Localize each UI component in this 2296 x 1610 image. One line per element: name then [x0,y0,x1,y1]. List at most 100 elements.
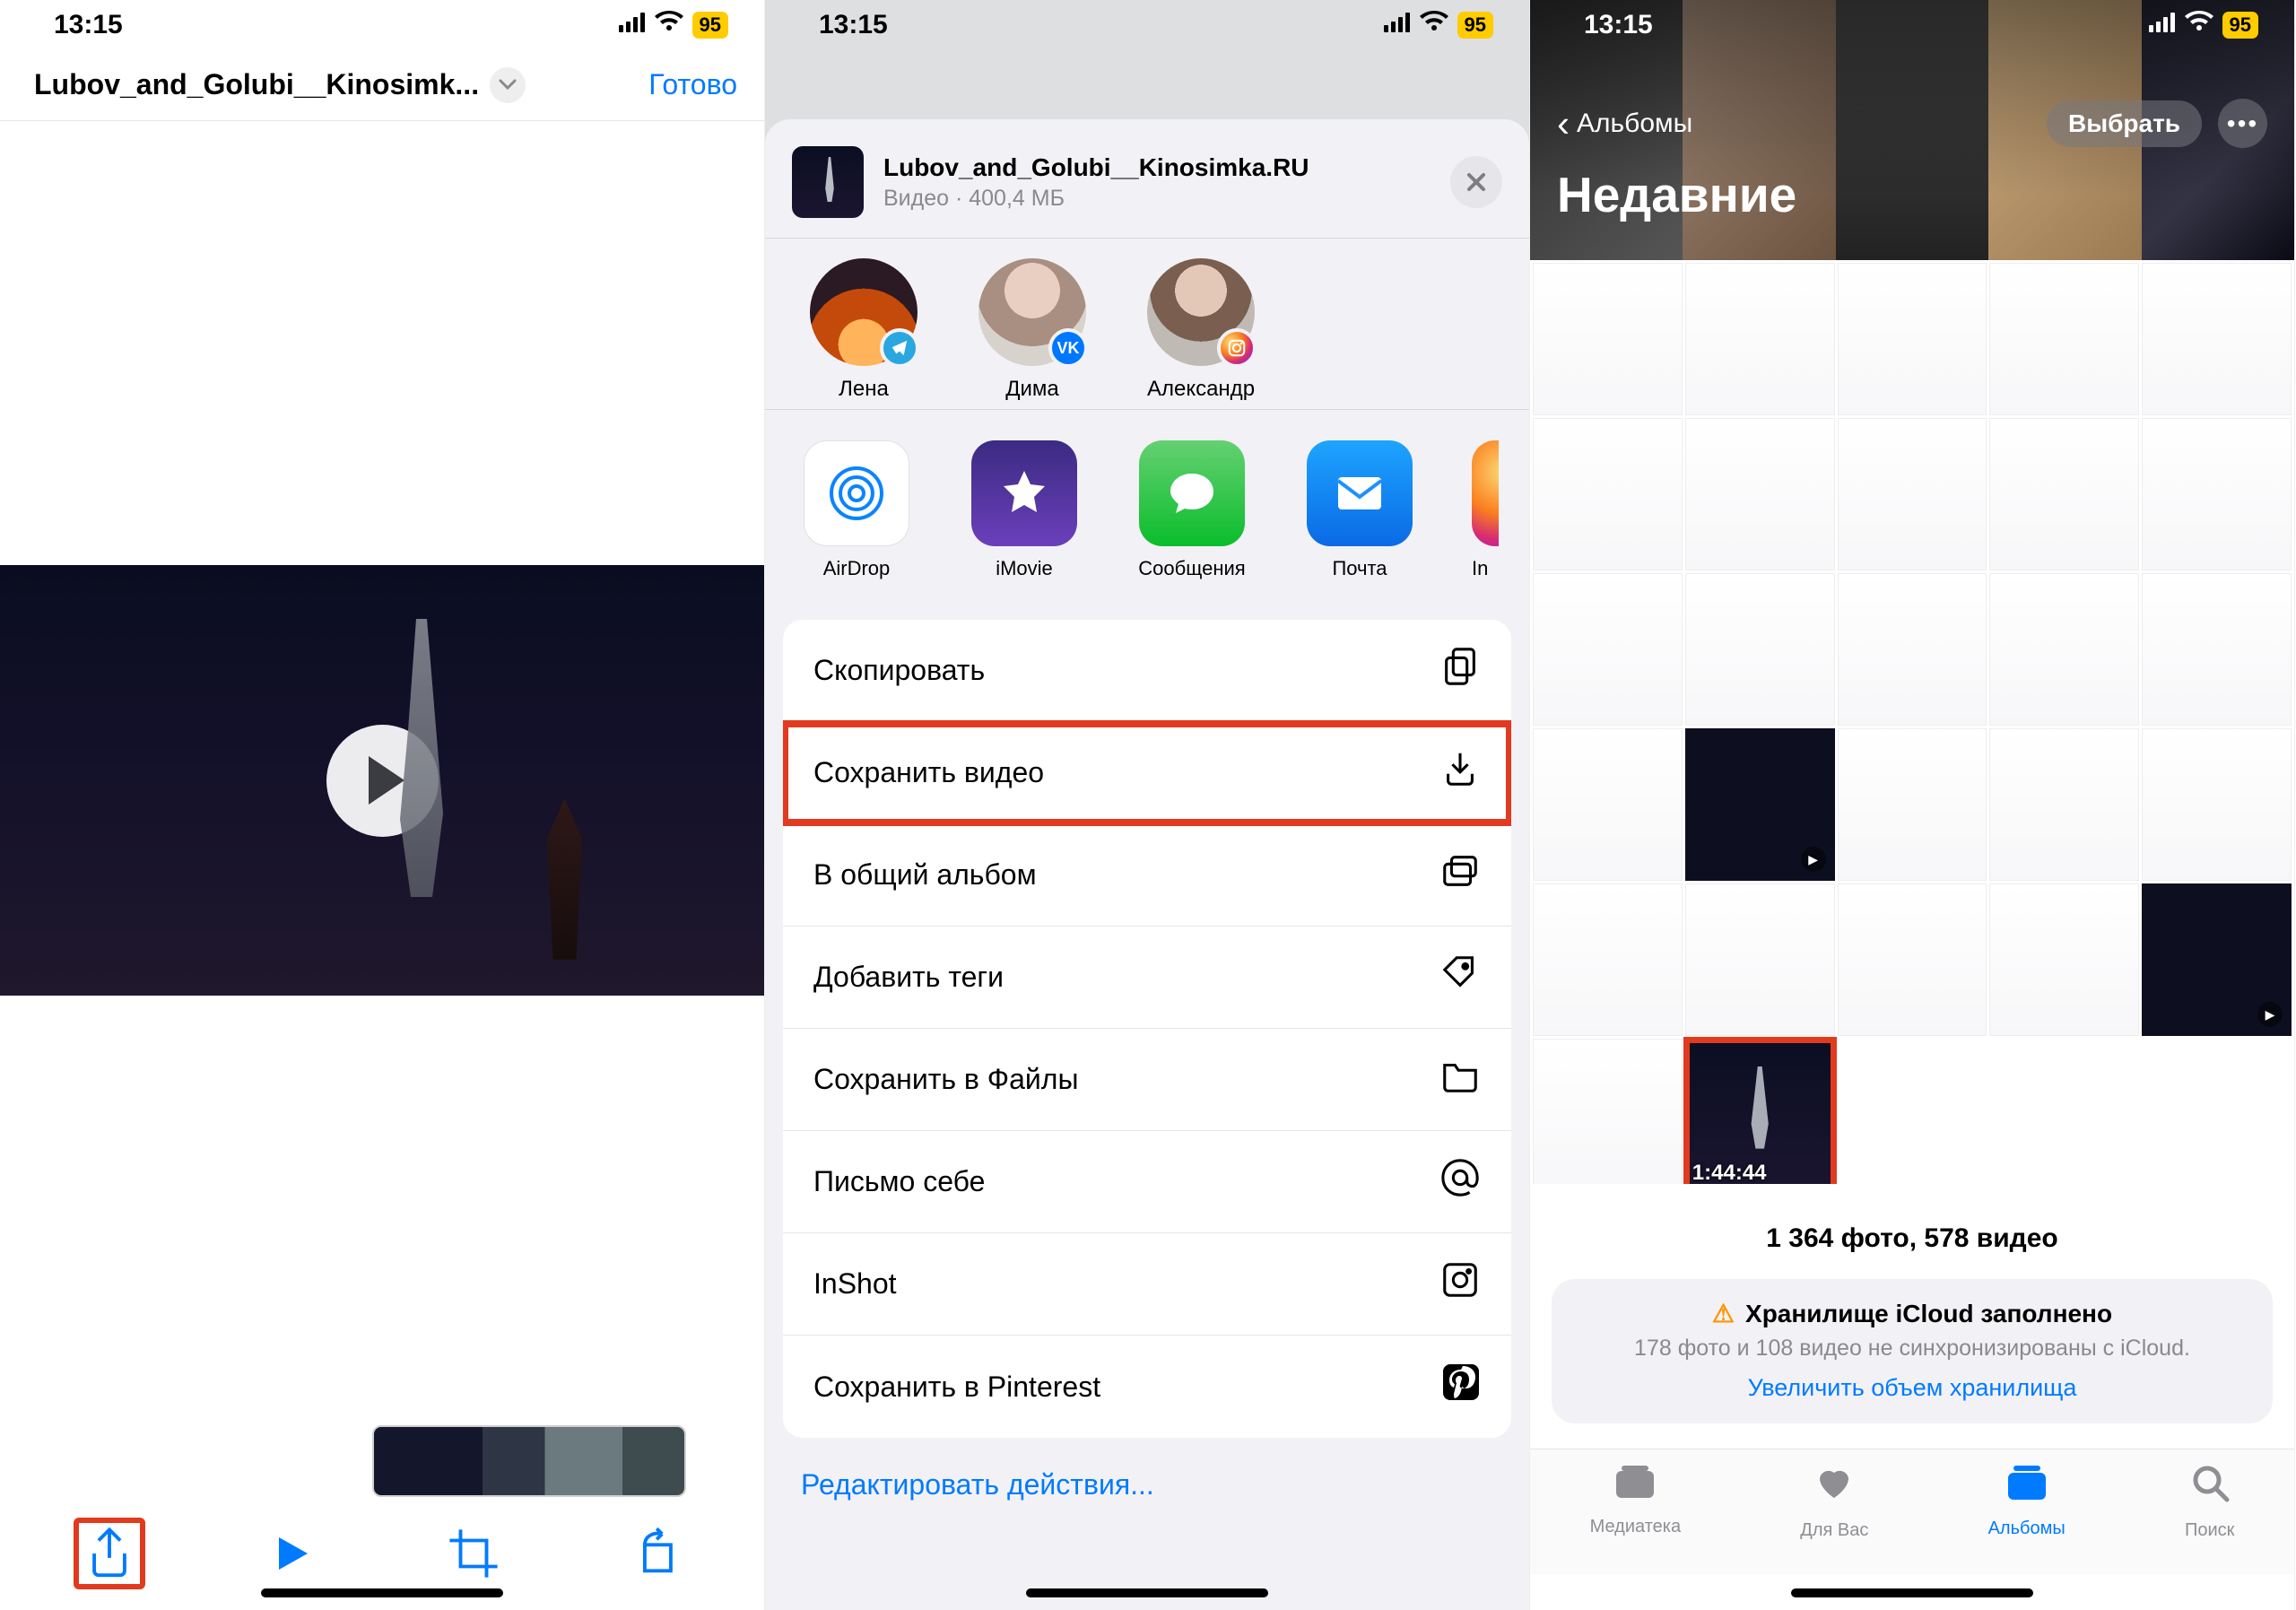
empty-thumb [1989,1039,2139,1184]
rotate-button[interactable] [620,1518,691,1589]
action-add-tags[interactable]: Добавить теги [783,927,1511,1029]
photo-thumb[interactable] [1838,573,1987,726]
chevron-left-icon: ‹ [1557,102,1570,145]
photo-thumb[interactable] [1533,728,1683,881]
photo-thumb[interactable] [1533,883,1683,1036]
action-mail-self[interactable]: Письмо себе [783,1131,1511,1233]
photo-thumb[interactable]: ▶ [1685,728,1835,881]
photo-thumb[interactable] [1533,418,1683,570]
photo-thumb[interactable] [1533,573,1683,726]
app-messages[interactable]: Сообщения [1136,440,1248,580]
photo-grid[interactable]: ▶ ▶ 1:44:44 [1530,260,2294,1184]
battery-level: 95 [692,12,728,39]
tab-library[interactable]: Медиатека [1590,1462,1681,1537]
photo-thumb[interactable] [1685,263,1835,415]
photo-thumb[interactable] [1685,573,1835,726]
close-button[interactable] [1450,156,1502,208]
play-toolbar-button[interactable] [256,1518,327,1589]
action-label: В общий альбом [813,858,1037,892]
action-save-video[interactable]: Сохранить видео [783,722,1511,824]
status-right: 95 [2149,11,2258,39]
action-label: Сохранить в Файлы [813,1063,1078,1096]
share-button[interactable] [74,1518,145,1589]
photo-thumb[interactable] [2142,728,2292,881]
rotate-icon [630,1527,682,1580]
chevron-down-icon[interactable] [490,67,526,103]
photo-thumb[interactable] [2142,263,2292,415]
photo-thumb[interactable] [1533,1039,1683,1184]
banner-link[interactable]: Увеличить объем хранилища [1578,1374,2246,1402]
action-pinterest[interactable]: Сохранить в Pinterest [783,1336,1511,1438]
action-copy[interactable]: Скопировать [783,620,1511,722]
share-sheet: Lubov_and_Golubi__Kinosimka.RU Видео · 4… [765,119,1529,1610]
app-imovie[interactable]: iMovie [969,440,1080,580]
icloud-banner[interactable]: ⚠︎ Хранилище iCloud заполнено 178 фото и… [1552,1279,2273,1423]
saved-video-thumb[interactable]: 1:44:44 [1685,1039,1835,1184]
photo-thumb[interactable] [1989,418,2139,570]
spacer [0,121,764,565]
tab-for-you[interactable]: Для Вас [1800,1462,1868,1541]
action-inshot[interactable]: InShot [783,1233,1511,1336]
photo-thumb[interactable] [1685,883,1835,1036]
share-apps: AirDrop iMovie Сообщения Почта [765,410,1529,593]
imovie-icon [971,440,1077,546]
app-airdrop[interactable]: AirDrop [801,440,912,580]
contact-item[interactable]: Александр [1138,258,1264,402]
action-label: Добавить теги [813,961,1004,994]
tab-label: Медиатека [1590,1517,1681,1537]
photo-thumb[interactable] [1989,263,2139,415]
photo-thumb[interactable] [1838,418,1987,570]
status-time: 13:15 [1584,10,1653,40]
title-wrap[interactable]: Lubov_and_Golubi__Kinosimk... [34,67,526,103]
timeline-frames[interactable] [372,1425,686,1497]
photo-thumb[interactable] [2142,418,2292,570]
battery-icon: 95 [692,12,728,39]
back-button[interactable]: ‹ Альбомы [1557,102,1692,145]
timeline[interactable] [0,1416,764,1506]
photo-thumb[interactable] [1989,883,2139,1036]
photo-thumb[interactable] [1838,883,1987,1036]
screen-photos-album: 13:15 95 ‹ Альбомы [1530,0,2295,1610]
edit-actions-link[interactable]: Редактировать действия... [765,1468,1529,1501]
video-preview[interactable] [0,565,764,996]
contact-item[interactable]: Лена [801,258,926,402]
tab-albums[interactable]: Альбомы [1988,1462,2066,1539]
select-button[interactable]: Выбрать [2047,100,2202,147]
photo-thumb[interactable] [1989,573,2139,726]
photo-thumb[interactable] [1685,418,1835,570]
app-instagram-partial[interactable]: In [1472,440,1499,580]
tab-search[interactable]: Поиск [2185,1462,2234,1541]
crop-button[interactable] [438,1518,509,1589]
instagram-icon [1472,440,1499,546]
done-button[interactable]: Готово [648,68,737,101]
photo-thumb[interactable] [1533,263,1683,415]
warning-icon: ⚠︎ [1712,1299,1735,1328]
close-icon [1465,171,1487,193]
status-bar: 13:15 95 [765,0,1529,49]
photo-thumb[interactable] [1838,263,1987,415]
photo-thumb[interactable] [1989,728,2139,881]
action-shared-album[interactable]: В общий альбом [783,824,1511,927]
app-label: Сообщения [1138,557,1245,580]
home-indicator[interactable] [1026,1588,1268,1597]
more-button[interactable]: ••• [2218,99,2267,148]
status-bar: 13:15 95 [1530,0,2294,49]
copy-icon [1439,646,1481,696]
status-time: 13:15 [54,10,123,40]
app-mail[interactable]: Почта [1304,440,1415,580]
photo-thumb[interactable]: ▶ [2142,883,2292,1036]
action-save-files[interactable]: Сохранить в Файлы [783,1029,1511,1131]
photo-thumb[interactable] [1838,728,1987,881]
video-duration: 1:44:44 [1692,1161,1767,1184]
share-contacts: Лена VK Дима Александр [765,239,1529,409]
home-indicator[interactable] [1791,1588,2033,1597]
share-thumbnail [792,146,864,218]
app-label: AirDrop [823,557,891,580]
pinterest-icon [1441,1362,1481,1411]
contact-item[interactable]: VK Дима [970,258,1095,402]
mail-icon [1307,440,1413,546]
tower-graphic [535,798,594,960]
download-icon [1439,748,1481,798]
photo-thumb[interactable] [2142,573,2292,726]
home-indicator[interactable] [261,1588,503,1597]
